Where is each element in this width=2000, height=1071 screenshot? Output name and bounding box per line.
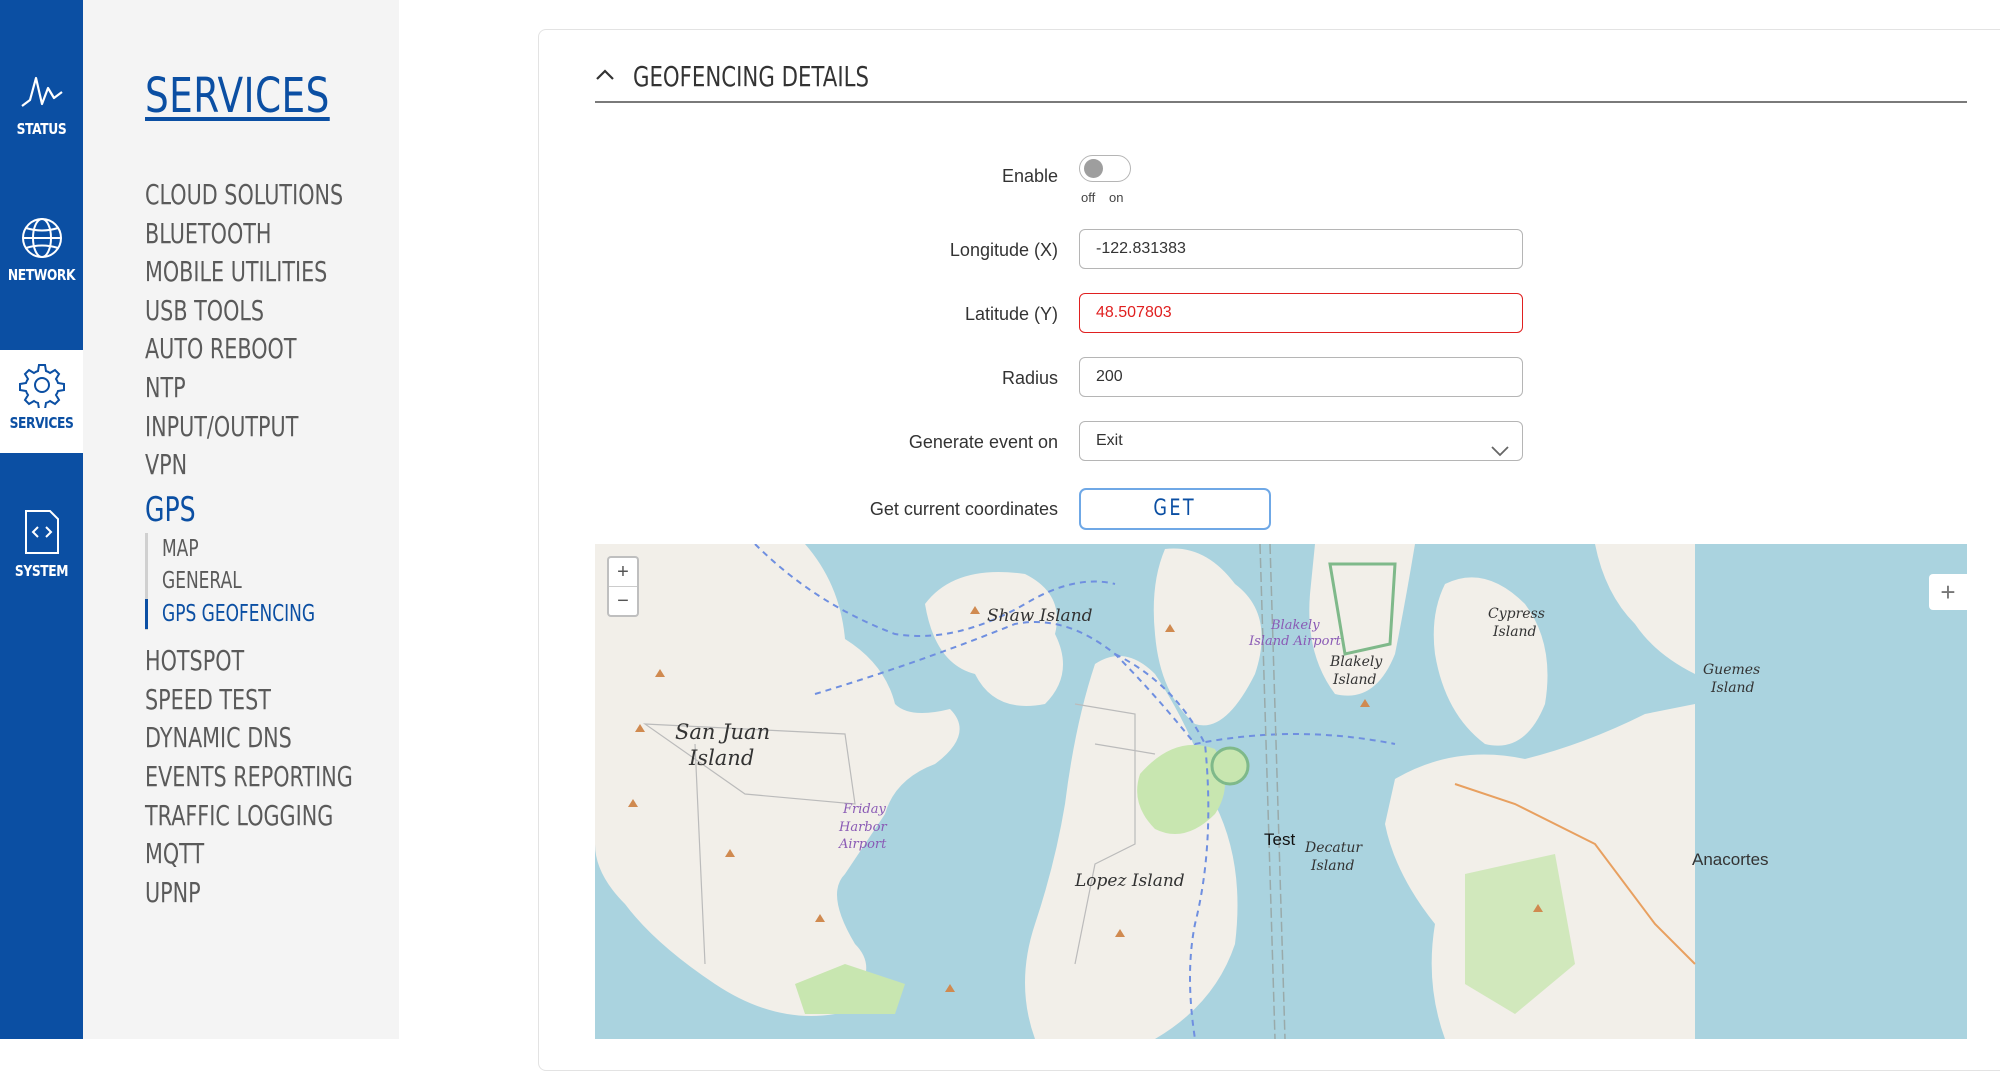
latitude-field[interactable]: 48.507803: [1079, 293, 1523, 333]
menu-item-upnp[interactable]: UPNP: [145, 874, 353, 913]
menu-item-bluetooth[interactable]: BLUETOOTH: [145, 215, 353, 254]
zoom-out-button[interactable]: −: [609, 587, 637, 615]
longitude-label: Longitude (X): [949, 240, 1058, 260]
latitude-value: 48.507803: [1096, 304, 1172, 321]
map-label-shaw: Shaw Island: [987, 606, 1093, 626]
chevron-down-icon: [1490, 434, 1510, 471]
longitude-value: -122.831383: [1096, 240, 1186, 257]
event-select-value: Exit: [1096, 432, 1123, 449]
menu-item-input-output[interactable]: INPUT/OUTPUT: [145, 408, 353, 447]
get-coordinates-button[interactable]: GET: [1079, 488, 1271, 530]
menu-item-usb-tools[interactable]: USB TOOLS: [145, 292, 353, 331]
toggle-knob: [1084, 159, 1103, 178]
map-label-san-juan-1: San Juan: [675, 720, 771, 744]
map-label-friday-2: Harbor: [839, 820, 887, 835]
radius-label: Radius: [1001, 368, 1058, 388]
rail-label-services: SERVICES: [9, 414, 74, 432]
rail-item-services[interactable]: SERVICES: [0, 362, 83, 432]
map-label-cypress-2: Island: [1493, 624, 1537, 640]
menu-item-vpn[interactable]: VPN: [145, 446, 353, 485]
rail-label-status: STATUS: [16, 120, 67, 138]
rail-background-top: [0, 0, 83, 350]
submenu-item-map[interactable]: MAP: [162, 533, 357, 566]
radius-value: 200: [1096, 368, 1123, 385]
menu-item-hotspot[interactable]: HOTSPOT: [145, 642, 353, 681]
enable-toggle[interactable]: [1079, 155, 1131, 182]
zoom-in-button[interactable]: +: [609, 558, 637, 587]
map-view[interactable]: + − + Shaw Island Blakely Island Airport…: [595, 544, 1967, 1039]
menu-item-cloud-solutions[interactable]: CLOUD SOLUTIONS: [145, 176, 353, 215]
map-label-blakely-1: Blakely: [1330, 654, 1383, 670]
enable-label: Enable: [1001, 166, 1058, 186]
zoom-control: + −: [607, 556, 639, 617]
map-label-blakely-2: Island: [1333, 672, 1377, 688]
section-title: GEOFENCING DETAILS: [633, 60, 869, 93]
map-label-blakely-airport-2: Island Airport: [1249, 634, 1341, 649]
map-label-cypress-1: Cypress: [1488, 606, 1545, 622]
services-sidebar: SERVICES CLOUD SOLUTIONS BLUETOOTH MOBIL…: [83, 0, 399, 1039]
services-menu: CLOUD SOLUTIONS BLUETOOTH MOBILE UTILITI…: [145, 176, 426, 912]
map-label-lopez: Lopez Island: [1075, 871, 1185, 891]
map-label-blakely-airport-1: Blakely: [1271, 618, 1320, 633]
map-label-guemes-1: Guemes: [1703, 662, 1761, 678]
longitude-field[interactable]: -122.831383: [1079, 229, 1523, 269]
menu-item-mqtt[interactable]: MQTT: [145, 835, 353, 874]
draw-tool-button[interactable]: +: [1929, 574, 1967, 610]
map-label-anacortes: Anacortes: [1692, 850, 1769, 869]
gps-submenu: MAP GENERAL GPS GEOFENCING: [145, 532, 426, 631]
rail-label-system: SYSTEM: [14, 562, 69, 580]
map-label-guemes-2: Island: [1711, 680, 1755, 696]
icon-rail: STATUS NETWORK SERVICES SYSTEM: [0, 0, 83, 1039]
section-header[interactable]: GEOFENCING DETAILS: [595, 60, 944, 93]
menu-item-auto-reboot[interactable]: AUTO REBOOT: [145, 330, 353, 369]
rail-label-network: NETWORK: [7, 266, 76, 284]
globe-icon: [0, 216, 83, 260]
menu-item-dynamic-dns[interactable]: DYNAMIC DNS: [145, 719, 353, 758]
event-label: Generate event on: [908, 432, 1058, 452]
chevron-up-icon[interactable]: [595, 67, 615, 86]
map-label-decatur-1: Decatur: [1305, 840, 1363, 856]
menu-item-mobile-utilities[interactable]: MOBILE UTILITIES: [145, 253, 353, 292]
menu-item-events-reporting[interactable]: EVENTS REPORTING: [145, 758, 353, 797]
get-button-label: GET: [1153, 496, 1197, 521]
toggle-on-label: on: [1109, 190, 1124, 205]
activity-icon: [0, 70, 83, 114]
geofence-marker-label[interactable]: Test: [1264, 830, 1295, 850]
submenu-item-general[interactable]: GENERAL: [162, 565, 357, 598]
menu-item-ntp[interactable]: NTP: [145, 369, 353, 408]
map-label-friday-1: Friday: [843, 802, 886, 817]
latitude-label: Latitude (Y): [964, 304, 1058, 324]
rail-item-network[interactable]: NETWORK: [0, 216, 83, 284]
rail-item-system[interactable]: SYSTEM: [0, 508, 83, 580]
sidebar-title[interactable]: SERVICES: [145, 68, 330, 124]
menu-item-traffic-logging[interactable]: TRAFFIC LOGGING: [145, 797, 353, 836]
map-label-friday-3: Airport: [839, 837, 887, 852]
map-label-decatur-2: Island: [1311, 858, 1355, 874]
code-file-icon: [0, 508, 83, 556]
map-label-san-juan-2: Island: [689, 746, 755, 770]
rail-item-status[interactable]: STATUS: [0, 70, 83, 138]
coords-label: Get current coordinates: [869, 499, 1058, 519]
submenu-item-gps-geofencing[interactable]: GPS GEOFENCING: [162, 598, 357, 631]
event-select[interactable]: Exit: [1079, 421, 1523, 461]
menu-item-speed-test[interactable]: SPEED TEST: [145, 681, 353, 720]
menu-item-gps[interactable]: GPS: [145, 485, 353, 533]
section-divider: [595, 101, 1967, 103]
gear-icon: [0, 362, 83, 408]
radius-field[interactable]: 200: [1079, 357, 1523, 397]
toggle-off-label: off: [1081, 190, 1096, 205]
active-indicator: [145, 598, 148, 629]
